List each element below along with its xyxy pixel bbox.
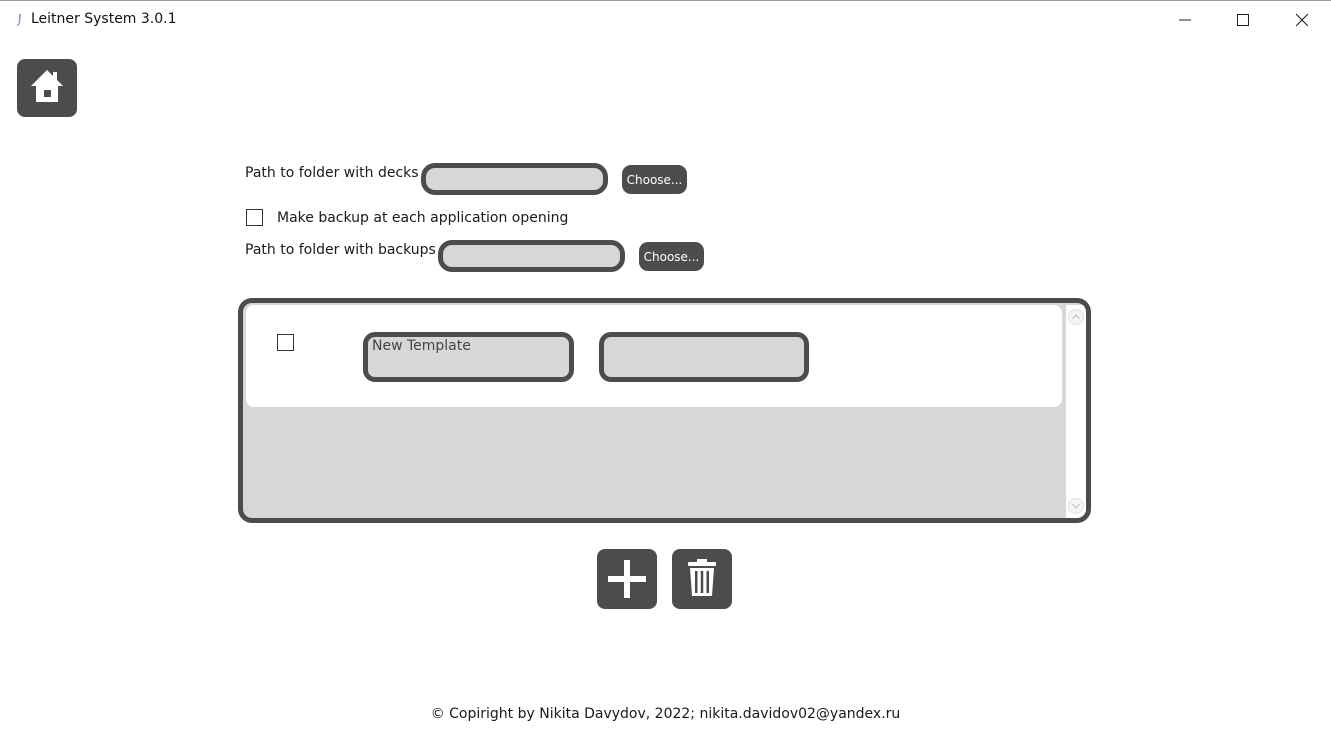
scroll-down-icon[interactable]	[1068, 498, 1084, 514]
delete-template-button[interactable]	[672, 549, 732, 609]
backup-checkbox[interactable]	[246, 209, 263, 226]
decks-path-input[interactable]	[421, 163, 608, 195]
maximize-button[interactable]	[1220, 1, 1266, 39]
footer-copyright: © Copiright by Nikita Davydov, 2022; nik…	[430, 706, 901, 722]
minimize-icon	[1179, 19, 1191, 21]
home-icon	[31, 70, 63, 102]
template-value-input[interactable]	[599, 332, 809, 382]
template-checkbox[interactable]	[277, 334, 294, 351]
backups-path-label: Path to folder with backups	[245, 242, 436, 258]
close-button[interactable]	[1279, 1, 1325, 39]
decks-path-label: Path to folder with decks	[245, 165, 419, 181]
template-row	[246, 305, 1062, 407]
close-icon	[1296, 14, 1308, 26]
plus-icon	[608, 560, 646, 598]
decks-choose-button[interactable]: Choose...	[622, 165, 687, 194]
add-template-button[interactable]	[597, 549, 657, 609]
trash-icon	[688, 559, 716, 596]
backup-checkbox-label: Make backup at each application opening	[277, 210, 569, 226]
app-icon	[16, 14, 21, 26]
backups-choose-button[interactable]: Choose...	[639, 242, 704, 271]
backups-path-input[interactable]	[438, 240, 625, 272]
template-name-input[interactable]	[363, 332, 574, 382]
minimize-button[interactable]	[1162, 1, 1208, 39]
title-bar: Leitner System 3.0.1	[0, 0, 1331, 39]
templates-scrollbar[interactable]	[1066, 305, 1086, 518]
scroll-up-icon[interactable]	[1068, 309, 1084, 325]
window-title: Leitner System 3.0.1	[31, 11, 177, 27]
maximize-icon	[1237, 14, 1249, 26]
templates-list	[238, 298, 1091, 523]
home-button[interactable]	[17, 59, 77, 117]
